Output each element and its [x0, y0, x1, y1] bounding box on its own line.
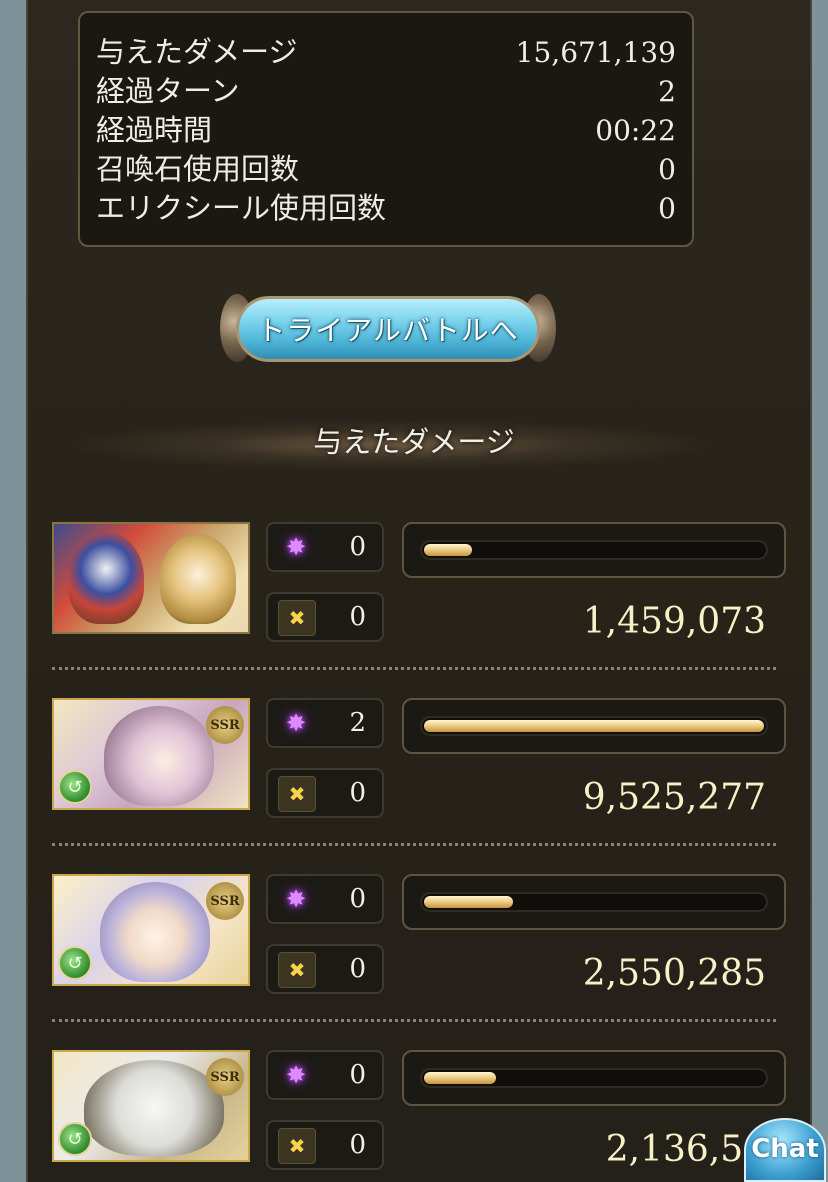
stat-label: 与えたダメージ	[96, 35, 298, 69]
stat-label: 経過ターン	[96, 74, 240, 108]
charge-count-value: 0	[349, 884, 366, 914]
skill-use-count: ✖ 0	[266, 592, 384, 642]
damage-bar	[402, 522, 786, 578]
damage-bar-fill	[424, 720, 764, 732]
damage-bar-fill	[424, 1072, 496, 1084]
skill-use-count: ✖ 0	[266, 768, 384, 818]
wind-element-icon: ↺	[58, 770, 92, 804]
chat-button[interactable]: Chat	[744, 1118, 826, 1182]
trial-battle-button-frame: トライアルバトルへ	[220, 288, 556, 374]
star-burst-icon: ✸	[285, 885, 307, 913]
damage-bar-track	[420, 1068, 768, 1088]
damage-value: 1,459,073	[582, 601, 766, 642]
ssr-badge: SSR	[206, 882, 244, 920]
ssr-badge: SSR	[206, 706, 244, 744]
character-row: SSR ↺ ✸ 0 ✖ 0 2,550,285	[52, 874, 786, 998]
damage-bar-track	[420, 716, 768, 736]
damage-value: 9,525,277	[582, 777, 766, 818]
damage-section-title: 与えたダメージ	[313, 425, 515, 459]
charge-count-value: 0	[349, 1060, 366, 1090]
silver-hair-character-figure	[100, 882, 210, 982]
skill-icon: ✖	[278, 952, 316, 988]
horned-character-figure	[104, 706, 214, 806]
skill-use-count: ✖ 0	[266, 1120, 384, 1170]
row-divider	[52, 843, 776, 846]
character-row: SSR ↺ ✸ 2 ✖ 0 9,525,277	[52, 698, 786, 822]
damage-bar	[402, 698, 786, 754]
skill-count-value: 0	[349, 954, 366, 984]
damage-bar	[402, 1050, 786, 1106]
stat-value: 00:22	[595, 114, 676, 147]
stat-value: 2	[658, 75, 676, 108]
stat-time: 経過時間 00:22	[96, 111, 676, 150]
wind-element-icon: ↺	[58, 1122, 92, 1156]
stat-label: 召喚石使用回数	[96, 152, 300, 186]
charge-attack-count: ✸ 0	[266, 1050, 384, 1100]
charge-attack-count: ✸ 0	[266, 522, 384, 572]
stat-elixirs: エリクシール使用回数 0	[96, 189, 676, 228]
damage-bar-track	[420, 892, 768, 912]
character-portrait[interactable]	[52, 522, 250, 634]
row-divider	[52, 1019, 776, 1022]
battle-summary: 与えたダメージ 15,671,139 経過ターン 2 経過時間 00:22 召喚…	[78, 11, 694, 247]
charge-count-value: 0	[349, 532, 366, 562]
character-portrait[interactable]: SSR ↺	[52, 698, 250, 810]
skill-use-count: ✖ 0	[266, 944, 384, 994]
wind-element-icon: ↺	[58, 946, 92, 980]
damage-bar-fill	[424, 544, 472, 556]
character-portrait[interactable]: SSR ↺	[52, 874, 250, 986]
stat-summons: 召喚石使用回数 0	[96, 150, 676, 189]
damage-bar-fill	[424, 896, 513, 908]
star-burst-icon: ✸	[285, 533, 307, 561]
stat-label: エリクシール使用回数	[96, 191, 387, 225]
skill-icon: ✖	[278, 600, 316, 636]
stat-value: 0	[658, 192, 676, 225]
stat-damage: 与えたダメージ 15,671,139	[96, 33, 676, 72]
row-divider	[52, 667, 776, 670]
skill-count-value: 0	[349, 1130, 366, 1160]
blonde-figure	[160, 534, 236, 624]
damage-bar-track	[420, 540, 768, 560]
character-row: SSR ↺ ✸ 0 ✖ 0 2,136,50	[52, 1050, 786, 1174]
stat-turns: 経過ターン 2	[96, 72, 676, 111]
stat-value: 15,671,139	[515, 36, 676, 69]
stat-label: 経過時間	[96, 113, 213, 147]
damage-bar	[402, 874, 786, 930]
star-burst-icon: ✸	[285, 709, 307, 737]
skill-icon: ✖	[278, 1128, 316, 1164]
charge-attack-count: ✸ 2	[266, 698, 384, 748]
star-burst-icon: ✸	[285, 1061, 307, 1089]
character-portrait[interactable]: SSR ↺	[52, 1050, 250, 1162]
white-hat-character-figure	[84, 1060, 224, 1156]
skill-icon: ✖	[278, 776, 316, 812]
damage-value: 2,136,50	[605, 1129, 766, 1170]
damage-value: 2,550,285	[582, 953, 766, 994]
stat-value: 0	[658, 153, 676, 186]
character-row: ✸ 0 ✖ 0 1,459,073	[52, 522, 786, 646]
skill-count-value: 0	[349, 602, 366, 632]
skill-count-value: 0	[349, 778, 366, 808]
trial-battle-button[interactable]: トライアルバトルへ	[236, 296, 540, 362]
charge-count-value: 2	[349, 708, 366, 738]
charge-attack-count: ✸ 0	[266, 874, 384, 924]
mask-fighter-figure	[68, 532, 144, 624]
ssr-badge: SSR	[206, 1058, 244, 1096]
